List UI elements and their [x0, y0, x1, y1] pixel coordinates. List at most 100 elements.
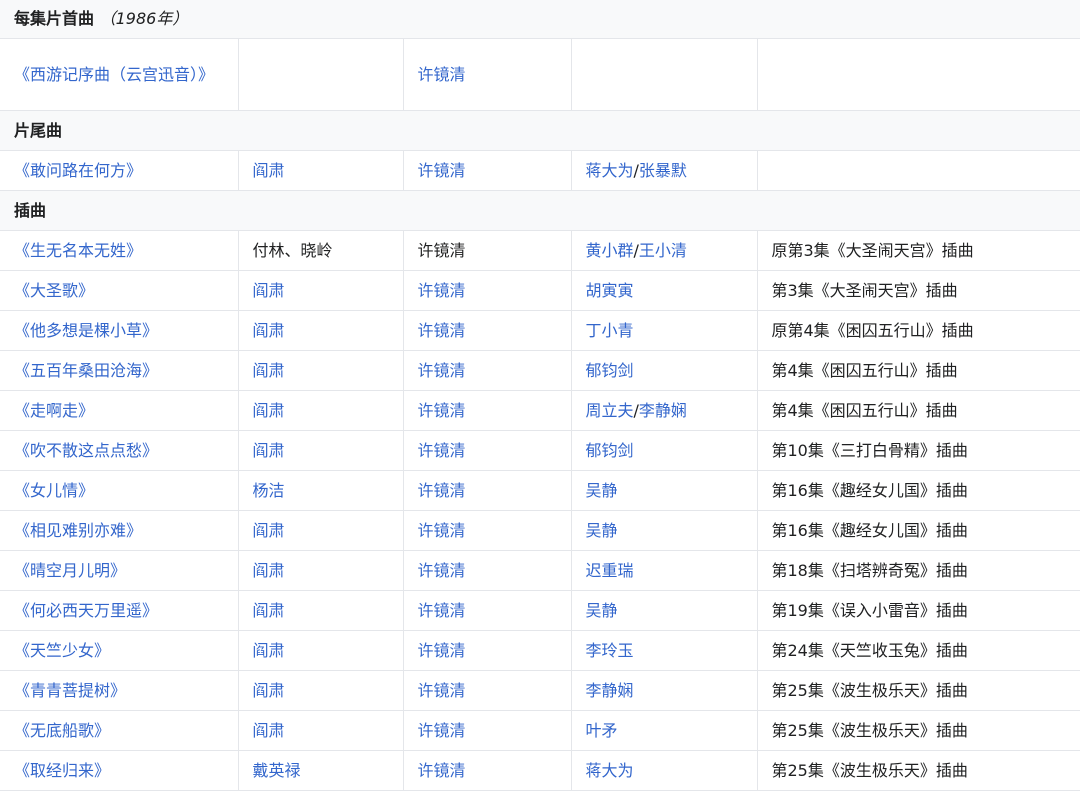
song-title-link[interactable]: 《敢问路在何方》 — [14, 161, 142, 180]
song-title-link[interactable]: 《青青菩提树》 — [14, 681, 126, 700]
episode-note: 原第3集《大圣闹天宫》插曲 — [771, 240, 974, 260]
song-title-link[interactable]: 《走啊走》 — [14, 401, 94, 420]
section-header-ending: 片尾曲 — [0, 110, 1080, 151]
table-row: 《西游记序曲（云宫迅音）》 许镜清 — [0, 38, 1080, 111]
lyricist-link[interactable]: 阎肃 — [253, 641, 285, 660]
song-title-link[interactable]: 《天竺少女》 — [14, 641, 110, 660]
composer-link[interactable]: 许镜清 — [418, 361, 466, 380]
lyricist-text: 付林、晓岭 — [252, 240, 333, 260]
singer-link[interactable]: 叶矛 — [586, 721, 618, 740]
singer-link[interactable]: 吴静 — [586, 481, 618, 500]
singer-link[interactable]: 王小清 — [639, 241, 687, 260]
table-row: 《青青菩提树》 阎肃 许镜清 李静娴 第25集《波生极乐天》插曲 — [0, 670, 1080, 711]
singer-link[interactable]: 蒋大为 — [586, 161, 634, 180]
singer-link[interactable]: 黄小群 — [586, 241, 634, 260]
episode-note: 第25集《波生极乐天》插曲 — [771, 720, 968, 740]
episode-note: 第4集《困囚五行山》插曲 — [771, 360, 958, 380]
song-title-link[interactable]: 《相见难别亦难》 — [14, 521, 142, 540]
composer-link[interactable]: 许镜清 — [418, 521, 466, 540]
table-row: 《晴空月儿明》 阎肃 许镜清 迟重瑞 第18集《扫塔辨奇冤》插曲 — [0, 550, 1080, 591]
composer-link[interactable]: 许镜清 — [418, 601, 466, 620]
episode-note: 第16集《趣经女儿国》插曲 — [771, 480, 968, 500]
lyricist-link[interactable]: 阎肃 — [253, 361, 285, 380]
composer-link[interactable]: 许镜清 — [418, 441, 466, 460]
song-title-link[interactable]: 《吹不散这点点愁》 — [14, 441, 158, 460]
episode-note: 原第4集《困囚五行山》插曲 — [771, 320, 974, 340]
table-row: 《大圣歌》 阎肃 许镜清 胡寅寅 第3集《大圣闹天宫》插曲 — [0, 270, 1080, 311]
episode-note: 第16集《趣经女儿国》插曲 — [771, 520, 968, 540]
lyricist-link[interactable]: 戴英禄 — [253, 761, 301, 780]
singer-link[interactable]: 吴静 — [586, 601, 618, 620]
lyricist-link[interactable]: 阎肃 — [253, 441, 285, 460]
lyricist-link[interactable]: 阎肃 — [253, 281, 285, 300]
singer-link[interactable]: 李静娴 — [639, 401, 687, 420]
section-header-opening: 每集片首曲 （1986年） — [0, 0, 1080, 39]
singer-link[interactable]: 李静娴 — [586, 681, 634, 700]
composer-link[interactable]: 许镜清 — [418, 65, 466, 84]
singer-link[interactable]: 胡寅寅 — [586, 281, 634, 300]
table-row: 《走啊走》 阎肃 许镜清 周立夫/李静娴 第4集《困囚五行山》插曲 — [0, 390, 1080, 431]
episode-note: 第25集《波生极乐天》插曲 — [771, 680, 968, 700]
singer-link[interactable]: 李玲玉 — [586, 641, 634, 660]
section-header-insert: 插曲 — [0, 190, 1080, 231]
singer-link[interactable]: 郁钧剑 — [586, 441, 634, 460]
composer-link[interactable]: 许镜清 — [418, 481, 466, 500]
table-row: 《五百年桑田沧海》 阎肃 许镜清 郁钧剑 第4集《困囚五行山》插曲 — [0, 350, 1080, 391]
episode-note: 第25集《波生极乐天》插曲 — [771, 760, 968, 780]
table-row: 《他多想是棵小草》 阎肃 许镜清 丁小青 原第4集《困囚五行山》插曲 — [0, 310, 1080, 351]
table-row: 《敢问路在何方》 阎肃 许镜清 蒋大为/张暴默 — [0, 150, 1080, 191]
composer-link[interactable]: 许镜清 — [418, 641, 466, 660]
song-title-link[interactable]: 《何必西天万里遥》 — [14, 601, 158, 620]
singer-link[interactable]: 吴静 — [586, 521, 618, 540]
composer-link[interactable]: 许镜清 — [418, 321, 466, 340]
episode-note: 第4集《困囚五行山》插曲 — [771, 400, 958, 420]
table-row: 《生无名本无姓》 付林、晓岭 许镜清 黄小群/王小清 原第3集《大圣闹天宫》插曲 — [0, 230, 1080, 271]
table-row: 《无底船歌》 阎肃 许镜清 叶矛 第25集《波生极乐天》插曲 — [0, 710, 1080, 751]
episode-note: 第24集《天竺收玉兔》插曲 — [771, 640, 968, 660]
table-row: 《取经归来》 戴英禄 许镜清 蒋大为 第25集《波生极乐天》插曲 — [0, 750, 1080, 791]
song-title-link[interactable]: 《他多想是棵小草》 — [14, 321, 158, 340]
lyricist-link[interactable]: 阎肃 — [253, 721, 285, 740]
composer-link[interactable]: 许镜清 — [418, 561, 466, 580]
song-title-link[interactable]: 《女儿情》 — [14, 481, 94, 500]
composer-link[interactable]: 许镜清 — [418, 721, 466, 740]
lyricist-link[interactable]: 阎肃 — [253, 321, 285, 340]
lyricist-link[interactable]: 阎肃 — [253, 161, 285, 180]
singer-link[interactable]: 郁钧剑 — [586, 361, 634, 380]
table-row: 《女儿情》 杨洁 许镜清 吴静 第16集《趣经女儿国》插曲 — [0, 470, 1080, 511]
singer-link[interactable]: 迟重瑞 — [586, 561, 634, 580]
section-label: 插曲 — [14, 200, 47, 220]
table-row: 《何必西天万里遥》 阎肃 许镜清 吴静 第19集《误入小雷音》插曲 — [0, 590, 1080, 631]
singer-link[interactable]: 蒋大为 — [586, 761, 634, 780]
section-year: （1986年） — [99, 9, 189, 28]
singer-link[interactable]: 丁小青 — [586, 321, 634, 340]
table-row: 《相见难别亦难》 阎肃 许镜清 吴静 第16集《趣经女儿国》插曲 — [0, 510, 1080, 551]
singer-link[interactable]: 周立夫 — [586, 401, 634, 420]
lyricist-link[interactable]: 阎肃 — [253, 401, 285, 420]
song-title-link[interactable]: 《西游记序曲（云宫迅音）》 — [14, 65, 214, 84]
song-title-link[interactable]: 《生无名本无姓》 — [14, 241, 142, 260]
lyricist-link[interactable]: 杨洁 — [253, 481, 285, 500]
songs-table: 每集片首曲 （1986年） 《西游记序曲（云宫迅音）》 许镜清 片尾曲 《敢问路… — [0, 0, 1080, 791]
composer-link[interactable]: 许镜清 — [418, 161, 466, 180]
episode-note: 第10集《三打白骨精》插曲 — [771, 440, 968, 460]
song-title-link[interactable]: 《无底船歌》 — [14, 721, 110, 740]
lyricist-link[interactable]: 阎肃 — [253, 521, 285, 540]
composer-text: 许镜清 — [417, 240, 466, 260]
section-label: 片尾曲 — [14, 120, 63, 140]
lyricist-link[interactable]: 阎肃 — [253, 561, 285, 580]
episode-note: 第18集《扫塔辨奇冤》插曲 — [771, 560, 968, 580]
song-title-link[interactable]: 《晴空月儿明》 — [14, 561, 126, 580]
song-title-link[interactable]: 《取经归来》 — [14, 761, 110, 780]
composer-link[interactable]: 许镜清 — [418, 401, 466, 420]
episode-note: 第19集《误入小雷音》插曲 — [771, 600, 968, 620]
song-title-link[interactable]: 《大圣歌》 — [14, 281, 94, 300]
composer-link[interactable]: 许镜清 — [418, 281, 466, 300]
composer-link[interactable]: 许镜清 — [418, 681, 466, 700]
composer-link[interactable]: 许镜清 — [418, 761, 466, 780]
lyricist-link[interactable]: 阎肃 — [253, 681, 285, 700]
section-label: 每集片首曲 — [14, 9, 95, 28]
lyricist-link[interactable]: 阎肃 — [253, 601, 285, 620]
singer-link[interactable]: 张暴默 — [639, 161, 687, 180]
song-title-link[interactable]: 《五百年桑田沧海》 — [14, 361, 158, 380]
